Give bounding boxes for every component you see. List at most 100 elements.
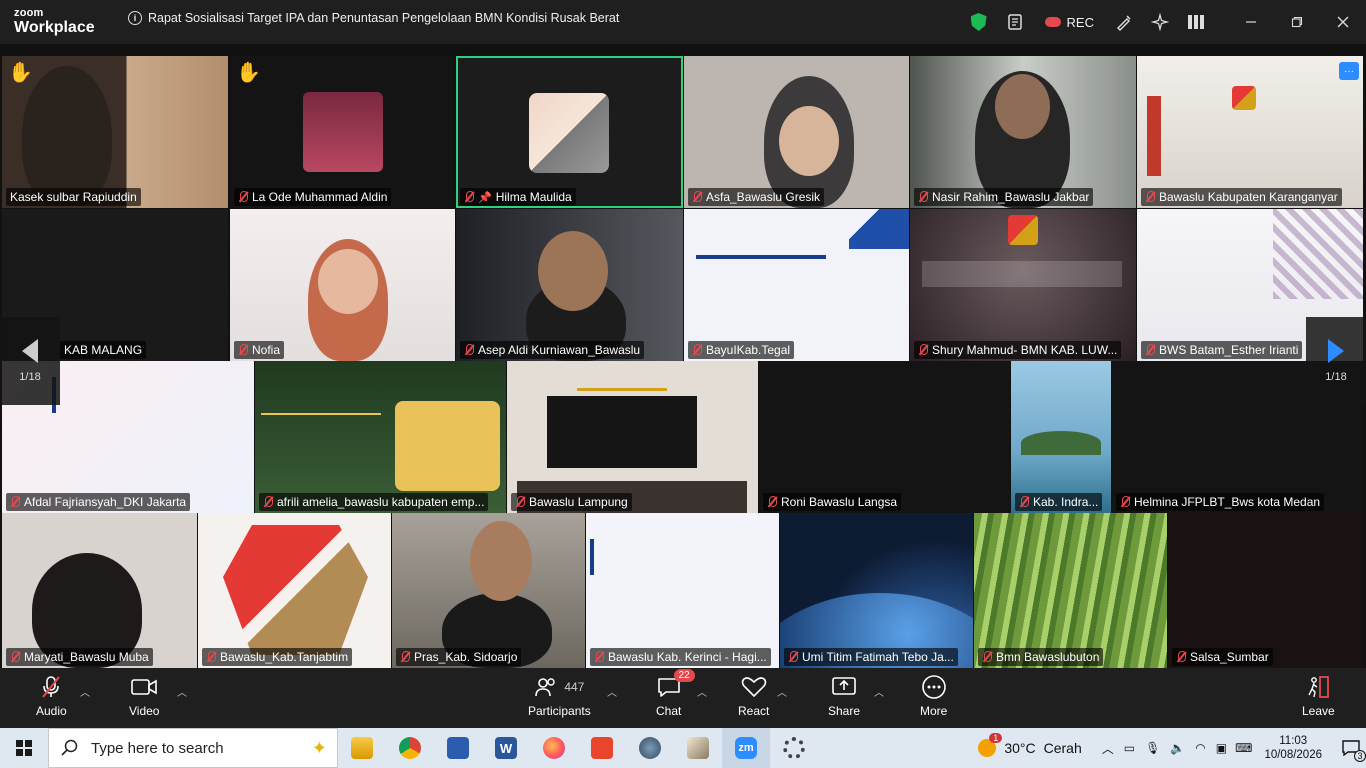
share-screen-icon <box>831 674 857 700</box>
chat-options-chevron-icon[interactable]: ︿ <box>697 684 707 699</box>
restore-button[interactable] <box>1274 0 1320 44</box>
encryption-shield-icon[interactable] <box>961 4 997 40</box>
mic-muted-icon <box>263 496 273 508</box>
video-tile[interactable]: Salsa_Sumbar <box>1168 513 1363 668</box>
participant-face <box>779 106 839 176</box>
pin-icon: 📌 <box>478 191 492 204</box>
more-options-button[interactable]: ··· <box>1339 62 1359 80</box>
participant-name-label: 📌 Hilma Maulida <box>460 188 576 206</box>
volume-icon[interactable]: 🔈 <box>1170 741 1185 755</box>
firefox-icon[interactable] <box>530 728 578 768</box>
video-tile[interactable]: ✋ Kasek sulbar Rapiuddin <box>2 56 228 208</box>
react-button[interactable]: React <box>738 674 769 718</box>
arrow-left-icon <box>22 339 38 363</box>
mic-muted-icon <box>10 651 20 663</box>
leave-label: Leave <box>1302 704 1335 718</box>
sparkle-icon: ✦ <box>311 737 327 758</box>
tool-app-icon[interactable] <box>674 728 722 768</box>
zoom-window: zoom Workplace i Rapat Sosialisasi Targe… <box>0 0 1366 768</box>
annotate-icon[interactable] <box>1106 4 1142 40</box>
video-tile[interactable]: afrili amelia_bawaslu kabupaten emp... <box>255 361 506 513</box>
chevron-up-icon[interactable]: ︿ <box>1102 740 1114 757</box>
taskbar-search[interactable]: Type here to search ✦ <box>48 728 338 768</box>
video-tile[interactable]: Asep Aldi Kurniawan_Bawaslu <box>456 209 683 361</box>
react-options-chevron-icon[interactable]: ︿ <box>777 684 787 699</box>
video-tile[interactable]: ✋ La Ode Muhammad Aldin <box>230 56 455 208</box>
notes-icon[interactable] <box>997 4 1033 40</box>
minimize-button[interactable] <box>1228 0 1274 44</box>
prev-page-button[interactable]: 1/18 <box>0 317 60 405</box>
microphone-icon[interactable]: 🎙 <box>1145 741 1160 755</box>
camera-indicator-icon[interactable]: ▣ <box>1216 741 1227 755</box>
chat-icon: 22 <box>657 669 695 700</box>
video-tile[interactable]: Nofia <box>230 209 455 361</box>
slide-title-block <box>590 539 670 575</box>
close-button[interactable] <box>1320 0 1366 44</box>
pdf-reader-icon[interactable] <box>578 728 626 768</box>
language-icon[interactable]: ⌨ <box>1235 741 1252 755</box>
view-layout-icon[interactable] <box>1178 4 1214 40</box>
video-tile[interactable]: ··· Bawaslu Kabupaten Karanganyar <box>1137 56 1363 208</box>
participants-button[interactable]: 447 Participants <box>528 674 591 718</box>
leave-button[interactable]: Leave <box>1302 674 1335 718</box>
participants-icon: 447 <box>534 674 584 700</box>
video-label: Video <box>129 704 160 718</box>
mic-muted-icon <box>10 496 20 508</box>
video-tile[interactable]: BayuIKab.Tegal <box>684 209 909 361</box>
video-tile[interactable]: Bawaslu Lampung <box>507 361 758 513</box>
mic-muted-icon <box>692 191 702 203</box>
meeting-info[interactable]: i Rapat Sosialisasi Target IPA dan Penun… <box>128 11 619 25</box>
video-tile[interactable]: Asfa_Bawaslu Gresik <box>684 56 909 208</box>
next-page-button[interactable]: 1/18 <box>1306 317 1366 405</box>
raised-hand-icon: ✋ <box>236 62 261 84</box>
zoom-taskbar-icon[interactable]: zm <box>722 728 770 768</box>
ai-companion-icon[interactable] <box>1142 4 1178 40</box>
more-button[interactable]: More <box>920 674 947 718</box>
info-icon[interactable]: i <box>128 11 142 25</box>
mic-muted-icon <box>1120 496 1130 508</box>
start-button[interactable] <box>0 728 48 768</box>
video-tile[interactable]: Kab. Indra... <box>1011 361 1111 513</box>
wall-screen <box>547 396 697 468</box>
video-options-chevron-icon[interactable]: ︿ <box>177 684 187 699</box>
wifi-icon[interactable]: ◠ <box>1195 741 1205 755</box>
video-button[interactable]: Video <box>129 674 159 718</box>
search-icon <box>61 739 78 756</box>
video-tile[interactable]: Umi Titim Fatimah Tebo Ja... <box>780 513 973 668</box>
video-tile[interactable]: Roni Bawaslu Langsa <box>759 361 1010 513</box>
cloud-recording-indicator[interactable]: REC <box>1044 15 1094 30</box>
mic-muted-icon <box>982 651 992 663</box>
meeting-toolbar: Audio ︿ Video ︿ 447 Participants ︿ 22 Ch… <box>0 668 1366 728</box>
settings-gear-icon[interactable] <box>770 728 818 768</box>
pixel-pattern <box>1273 209 1363 299</box>
network-icon[interactable]: ▭ <box>1124 741 1135 755</box>
audio-options-chevron-icon[interactable]: ︿ <box>80 684 90 699</box>
video-tile[interactable]: Shury Mahmud- BMN KAB. LUW... <box>910 209 1136 361</box>
zoom-rooms-icon[interactable] <box>434 728 482 768</box>
video-gallery: ✋ Kasek sulbar Rapiuddin ✋ La Ode Muhamm… <box>0 56 1366 668</box>
slide-title-block <box>52 377 122 413</box>
participant-silhouette <box>22 66 112 206</box>
file-explorer-icon[interactable] <box>338 728 386 768</box>
share-button[interactable]: Share <box>828 674 860 718</box>
chat-button[interactable]: 22 Chat <box>656 669 695 718</box>
participants-options-chevron-icon[interactable]: ︿ <box>607 684 617 699</box>
audio-button[interactable]: Audio <box>36 674 67 718</box>
mic-muted-icon <box>1145 191 1155 203</box>
video-tile[interactable]: Bmn Bawaslubuton <box>974 513 1167 668</box>
chrome-icon[interactable] <box>386 728 434 768</box>
zoom-logo: zoom Workplace <box>14 8 95 36</box>
video-tile[interactable]: Bawaslu Kab. Kerinci - Hagi... <box>586 513 779 668</box>
video-tile[interactable]: Nasir Rahim_Bawaslu Jakbar <box>910 56 1136 208</box>
video-tile-active-speaker[interactable]: 📌 Hilma Maulida <box>456 56 683 208</box>
video-tile[interactable]: Maryati_Bawaslu Muba <box>2 513 197 668</box>
weather-widget[interactable]: 1 30°C Cerah <box>978 733 1082 757</box>
video-tile[interactable]: Pras_Kab. Sidoarjo <box>392 513 585 668</box>
taskbar-clock[interactable]: 11:03 10/08/2026 <box>1264 734 1322 762</box>
notification-center-icon[interactable]: 3 <box>1336 728 1366 768</box>
video-tile[interactable]: Bawaslu_Kab.Tanjabtim <box>198 513 391 668</box>
raised-hand-icon: ✋ <box>8 62 33 84</box>
word-icon[interactable]: W <box>482 728 530 768</box>
globe-app-icon[interactable] <box>626 728 674 768</box>
share-options-chevron-icon[interactable]: ︿ <box>874 684 884 699</box>
